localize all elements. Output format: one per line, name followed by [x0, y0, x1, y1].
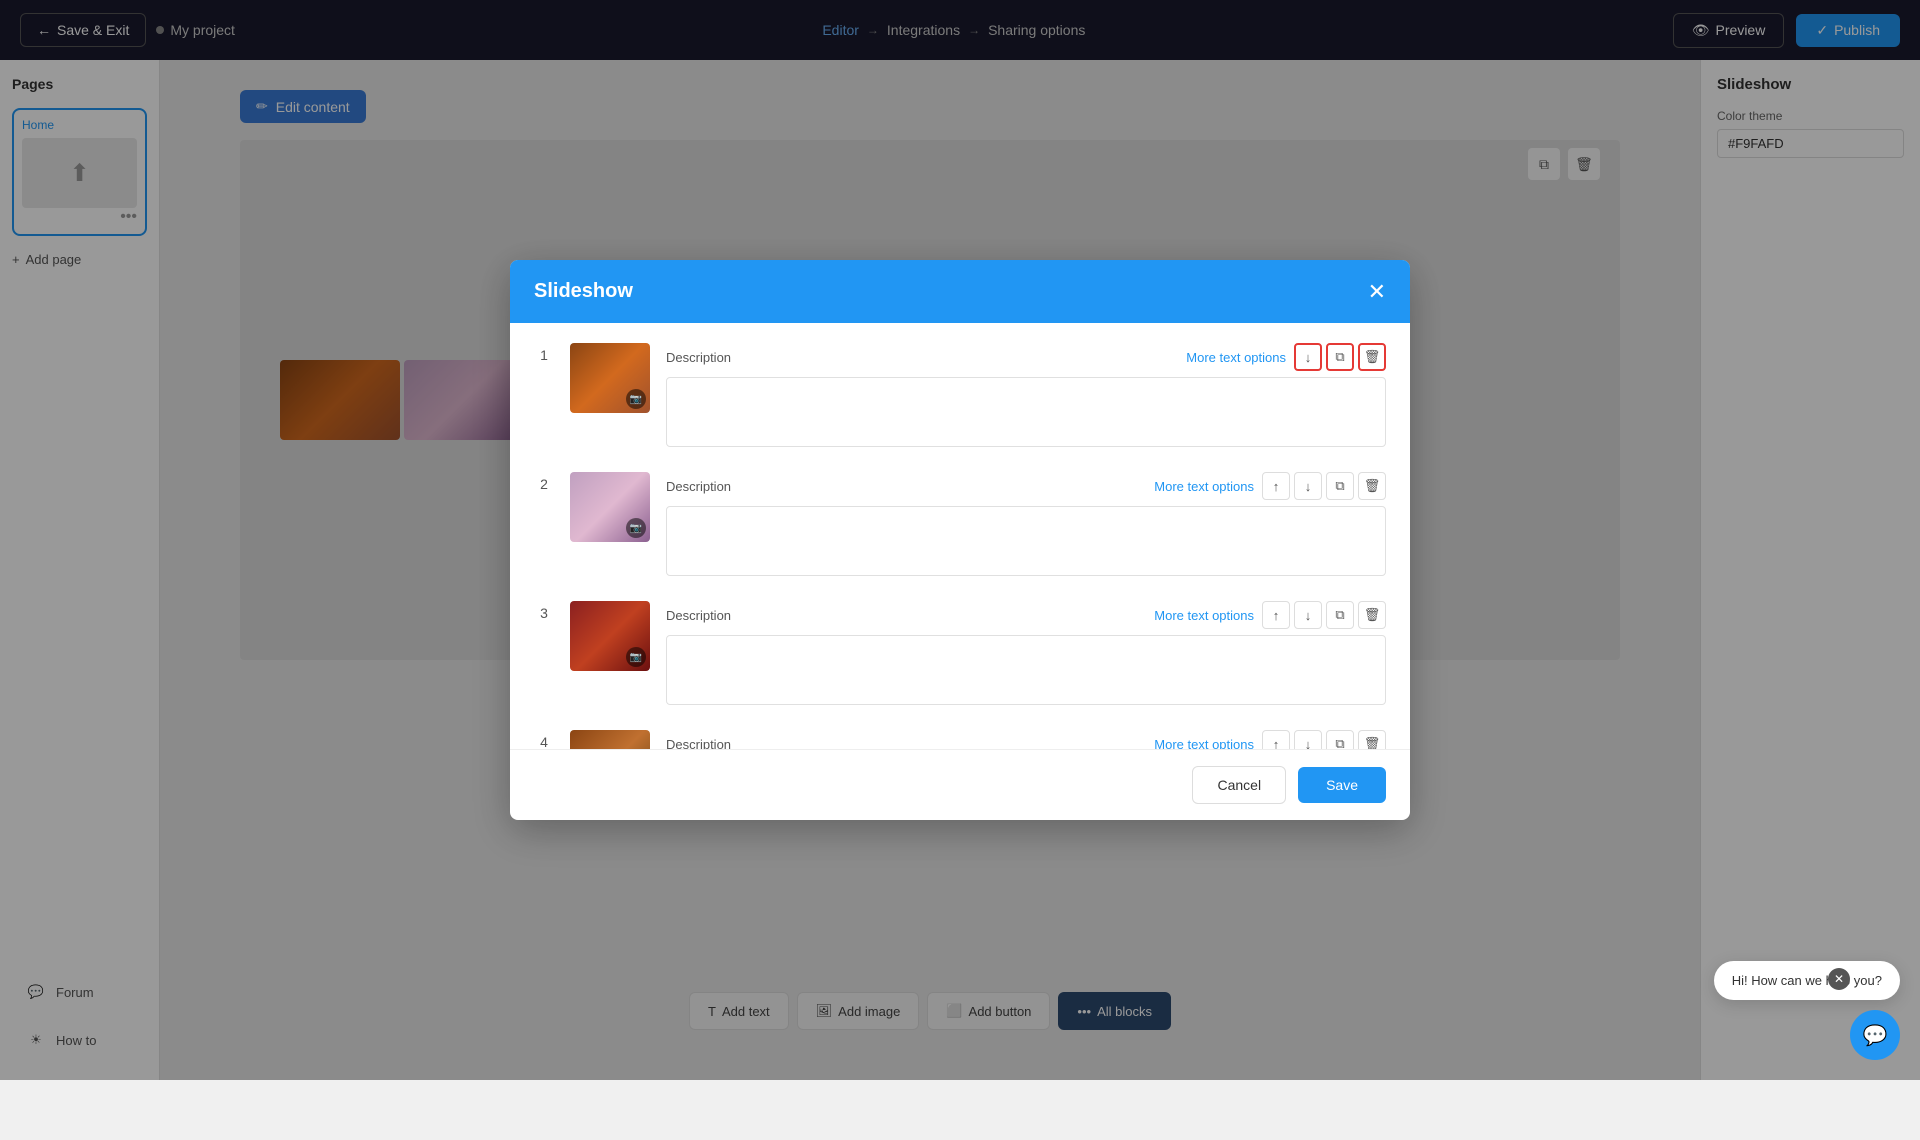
save-button[interactable]: Save [1298, 767, 1386, 803]
move-down-button-3[interactable]: ↓ [1294, 601, 1322, 629]
slide-header-2: Description More text options ↑ ↓ ⧉ 🗑 [666, 472, 1386, 500]
slide-row-3: 3 📷 Description More text options ↑ ↓ ⧉ [534, 601, 1386, 710]
slide-textarea-1[interactable] [666, 377, 1386, 447]
slide-action-btns-4: ↑ ↓ ⧉ 🗑 [1262, 730, 1386, 749]
slide-image-4[interactable]: 📷 [570, 730, 650, 749]
camera-icon-2: 📷 [626, 518, 646, 538]
delete-button-3[interactable]: 🗑 [1358, 601, 1386, 629]
modal-title: Slideshow [534, 280, 633, 303]
slide-header-1: Description More text options ↓ ⧉ 🗑 [666, 343, 1386, 371]
modal-close-button[interactable]: ✕ [1368, 281, 1386, 303]
slide-number-1: 1 [534, 343, 554, 363]
copy-button-2[interactable]: ⧉ [1326, 472, 1354, 500]
slide-textarea-2[interactable] [666, 506, 1386, 576]
slide-action-btns-1: ↓ ⧉ 🗑 [1294, 343, 1386, 371]
move-down-button-2[interactable]: ↓ [1294, 472, 1322, 500]
slide-options-3: More text options ↑ ↓ ⧉ 🗑 [1154, 601, 1386, 629]
slide-desc-label-3: Description [666, 608, 731, 623]
modal-footer: Cancel Save [510, 749, 1410, 820]
chat-close-button[interactable]: ✕ [1828, 968, 1850, 990]
delete-button-1[interactable]: 🗑 [1358, 343, 1386, 371]
slide-row-2: 2 📷 Description More text options ↑ ↓ ⧉ [534, 472, 1386, 581]
move-down-button-4[interactable]: ↓ [1294, 730, 1322, 749]
slide-content-3: Description More text options ↑ ↓ ⧉ 🗑 [666, 601, 1386, 710]
slide-row-1: 1 📷 Description More text options ↓ ⧉ 🗑 [534, 343, 1386, 452]
more-text-options-3[interactable]: More text options [1154, 608, 1254, 623]
move-up-button-3[interactable]: ↑ [1262, 601, 1290, 629]
slide-number-2: 2 [534, 472, 554, 492]
slide-action-btns-3: ↑ ↓ ⧉ 🗑 [1262, 601, 1386, 629]
copy-button-1[interactable]: ⧉ [1326, 343, 1354, 371]
cancel-button[interactable]: Cancel [1192, 766, 1286, 804]
slide-row-4: 4 📷 Description More text options ↑ ↓ ⧉ [534, 730, 1386, 749]
slide-options-4: More text options ↑ ↓ ⧉ 🗑 [1154, 730, 1386, 749]
camera-icon-1: 📷 [626, 389, 646, 409]
slide-image-3[interactable]: 📷 [570, 601, 650, 671]
modal-header: Slideshow ✕ [510, 260, 1410, 323]
slide-options-1: More text options ↓ ⧉ 🗑 [1186, 343, 1386, 371]
copy-button-4[interactable]: ⧉ [1326, 730, 1354, 749]
slide-header-3: Description More text options ↑ ↓ ⧉ 🗑 [666, 601, 1386, 629]
slide-desc-label-2: Description [666, 479, 731, 494]
copy-button-3[interactable]: ⧉ [1326, 601, 1354, 629]
chat-icon: 💬 [1863, 1023, 1888, 1048]
move-up-button-2[interactable]: ↑ [1262, 472, 1290, 500]
more-text-options-1[interactable]: More text options [1186, 350, 1286, 365]
slide-content-4: Description More text options ↑ ↓ ⧉ 🗑 [666, 730, 1386, 749]
slide-number-3: 3 [534, 601, 554, 621]
slide-content-2: Description More text options ↑ ↓ ⧉ 🗑 [666, 472, 1386, 581]
slide-header-4: Description More text options ↑ ↓ ⧉ 🗑 [666, 730, 1386, 749]
more-text-options-2[interactable]: More text options [1154, 479, 1254, 494]
slide-image-1[interactable]: 📷 [570, 343, 650, 413]
slide-desc-label-1: Description [666, 350, 731, 365]
modal-overlay[interactable]: Slideshow ✕ 1 📷 Description More text op… [0, 0, 1920, 1080]
camera-icon-3: 📷 [626, 647, 646, 667]
more-text-options-4[interactable]: More text options [1154, 737, 1254, 750]
move-down-button-1[interactable]: ↓ [1294, 343, 1322, 371]
slide-number-4: 4 [534, 730, 554, 749]
move-up-button-4[interactable]: ↑ [1262, 730, 1290, 749]
slide-action-btns-2: ↑ ↓ ⧉ 🗑 [1262, 472, 1386, 500]
slide-desc-label-4: Description [666, 737, 731, 750]
slideshow-modal: Slideshow ✕ 1 📷 Description More text op… [510, 260, 1410, 820]
delete-button-4[interactable]: 🗑 [1358, 730, 1386, 749]
chat-tooltip: Hi! How can we help you? [1714, 961, 1900, 1000]
slide-options-2: More text options ↑ ↓ ⧉ 🗑 [1154, 472, 1386, 500]
delete-button-2[interactable]: 🗑 [1358, 472, 1386, 500]
chat-bubble-button[interactable]: 💬 [1850, 1010, 1900, 1060]
slide-textarea-3[interactable] [666, 635, 1386, 705]
slide-image-2[interactable]: 📷 [570, 472, 650, 542]
modal-body: 1 📷 Description More text options ↓ ⧉ 🗑 [510, 323, 1410, 749]
slide-content-1: Description More text options ↓ ⧉ 🗑 [666, 343, 1386, 452]
